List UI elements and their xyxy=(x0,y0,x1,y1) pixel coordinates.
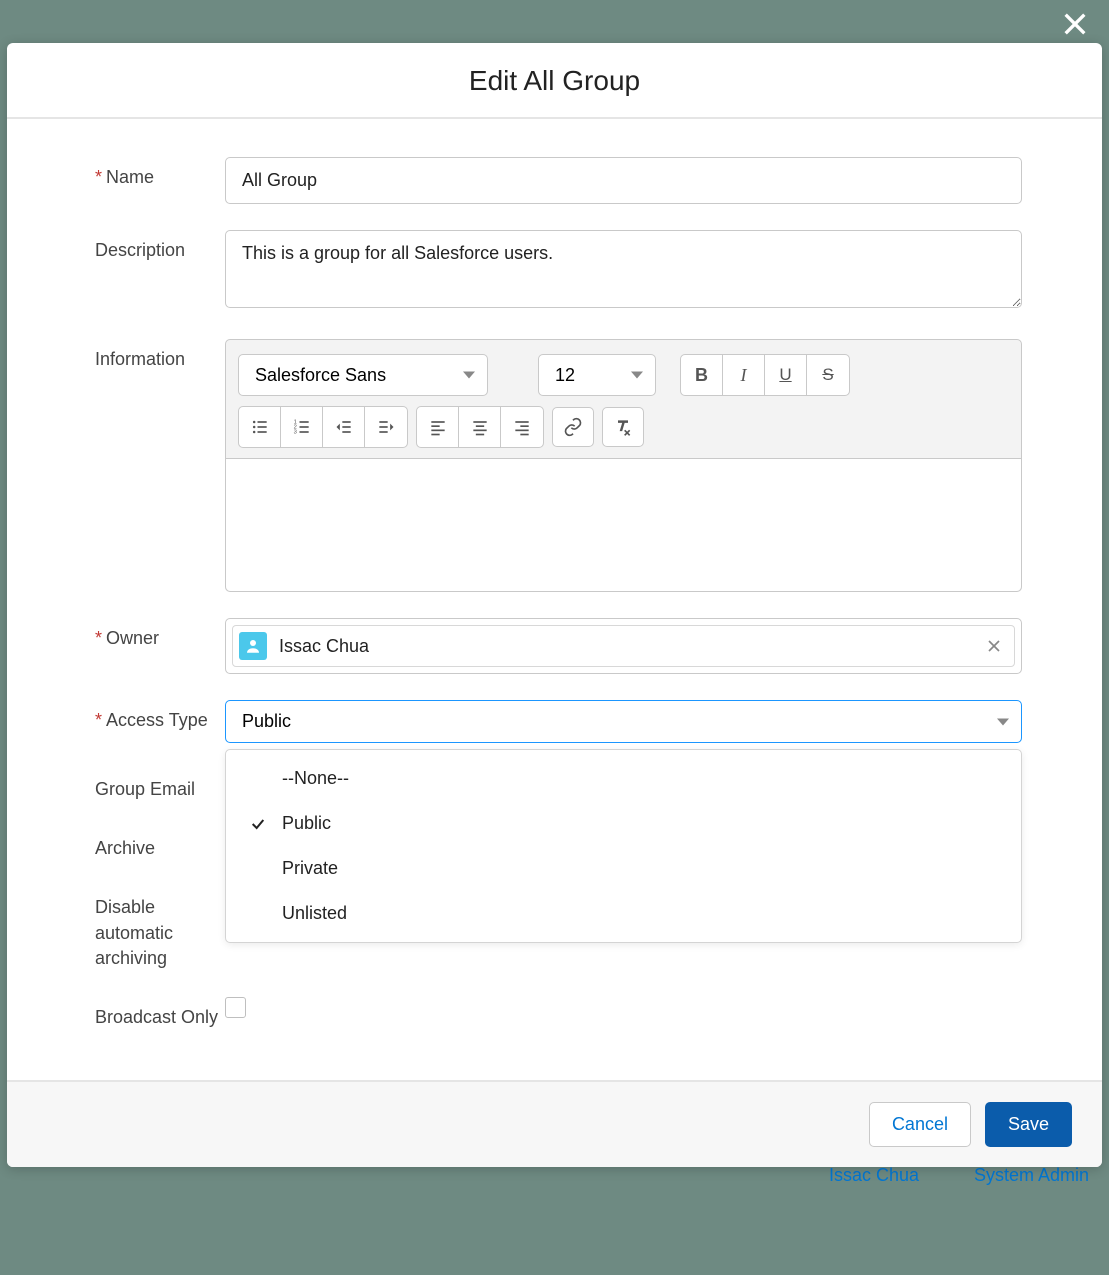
option-unlisted[interactable]: Unlisted xyxy=(226,891,1021,936)
edit-group-modal: Edit All Group *Name Description This is… xyxy=(7,43,1102,1167)
remove-owner-icon[interactable] xyxy=(984,636,1004,656)
bg-owner-link[interactable]: Issac Chua xyxy=(829,1165,919,1195)
owner-name: Issac Chua xyxy=(279,636,369,657)
broadcast-checkbox[interactable] xyxy=(225,997,246,1018)
strikethrough-button[interactable]: S xyxy=(807,355,849,395)
owner-pill: Issac Chua xyxy=(232,625,1015,667)
name-input[interactable] xyxy=(225,157,1022,204)
save-button[interactable]: Save xyxy=(985,1102,1072,1147)
check-icon xyxy=(250,816,266,832)
access-type-label: *Access Type xyxy=(95,700,225,733)
description-label: Description xyxy=(95,230,225,263)
italic-button[interactable]: I xyxy=(723,355,765,395)
bold-button[interactable]: B xyxy=(681,355,723,395)
access-type-select[interactable]: Public xyxy=(225,700,1022,743)
underline-button[interactable]: U xyxy=(765,355,807,395)
modal-footer: Cancel Save xyxy=(7,1080,1102,1167)
bg-role-link[interactable]: System Admin xyxy=(974,1165,1089,1195)
chevron-down-icon xyxy=(631,372,643,379)
link-button[interactable] xyxy=(552,407,594,447)
align-right-button[interactable] xyxy=(501,407,543,447)
background-row: Issac Chua System Admin xyxy=(809,1165,1109,1195)
name-label: *Name xyxy=(95,157,225,190)
group-email-label: Group Email xyxy=(95,769,225,802)
chevron-down-icon xyxy=(997,718,1009,725)
clear-format-button[interactable] xyxy=(602,407,644,447)
rich-text-body[interactable] xyxy=(226,458,1021,591)
modal-title: Edit All Group xyxy=(7,43,1102,119)
owner-label: *Owner xyxy=(95,618,225,651)
option-none[interactable]: --None-- xyxy=(226,756,1021,801)
close-icon[interactable] xyxy=(1059,8,1091,40)
broadcast-label: Broadcast Only xyxy=(95,997,225,1030)
align-left-button[interactable] xyxy=(417,407,459,447)
font-size-select[interactable]: 12 xyxy=(538,354,656,396)
font-select[interactable]: Salesforce Sans xyxy=(238,354,488,396)
disable-archive-label: Disable automatic archiving xyxy=(95,887,225,971)
svg-text:3: 3 xyxy=(293,430,296,436)
cancel-button[interactable]: Cancel xyxy=(869,1102,971,1147)
access-type-dropdown: --None-- Public Private Unlisted xyxy=(225,749,1022,943)
description-input[interactable]: This is a group for all Salesforce users… xyxy=(225,230,1022,308)
information-label: Information xyxy=(95,339,225,372)
chevron-down-icon xyxy=(463,372,475,379)
numbered-list-button[interactable]: 123 xyxy=(281,407,323,447)
bullet-list-button[interactable] xyxy=(239,407,281,447)
user-icon xyxy=(239,632,267,660)
indent-button[interactable] xyxy=(365,407,407,447)
modal-body: *Name Description This is a group for al… xyxy=(7,119,1102,1080)
align-center-button[interactable] xyxy=(459,407,501,447)
option-private[interactable]: Private xyxy=(226,846,1021,891)
owner-lookup[interactable]: Issac Chua xyxy=(225,618,1022,674)
outdent-button[interactable] xyxy=(323,407,365,447)
archive-label: Archive xyxy=(95,828,225,861)
rich-text-editor: Salesforce Sans 12 B I U S xyxy=(225,339,1022,592)
option-public[interactable]: Public xyxy=(226,801,1021,846)
